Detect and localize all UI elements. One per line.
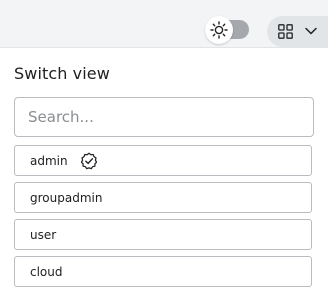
sun-icon (210, 21, 228, 39)
search-box (14, 97, 314, 137)
user-item-groupadmin[interactable]: groupadmin (14, 182, 312, 213)
view-switch-button[interactable] (267, 16, 328, 47)
theme-toggle[interactable] (205, 16, 252, 44)
user-item-label: groupadmin (30, 190, 103, 205)
panel-title: Switch view (14, 64, 110, 83)
user-item-label: admin (30, 153, 68, 168)
top-bar (0, 0, 328, 48)
user-item-label: user (30, 227, 57, 242)
verified-badge-icon (80, 152, 98, 170)
search-input[interactable] (15, 98, 313, 136)
chevron-down-icon (305, 27, 317, 35)
grid-icon (278, 24, 293, 39)
user-item-cloud[interactable]: cloud (14, 256, 312, 287)
user-item-admin[interactable]: admin (14, 145, 312, 176)
toggle-knob (205, 16, 233, 44)
user-item-user[interactable]: user (14, 219, 312, 250)
user-item-label: cloud (30, 264, 63, 279)
